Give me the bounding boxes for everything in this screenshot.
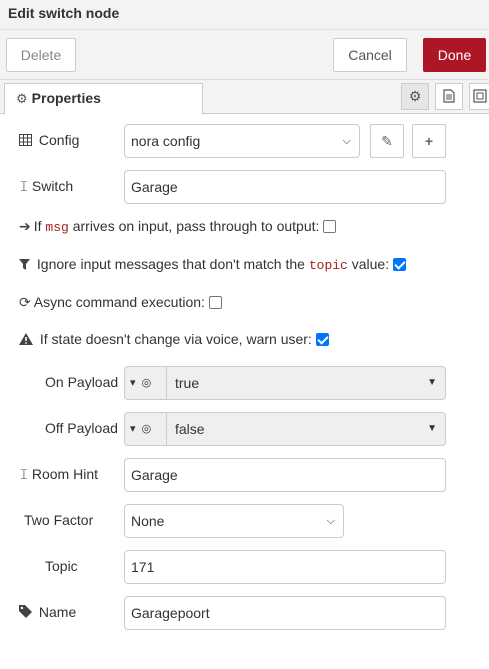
name-label: Name [19, 604, 76, 620]
add-config-button[interactable]: + [412, 124, 446, 158]
switch-label-text: Switch [31, 178, 74, 194]
refresh-icon: ⟳ [19, 294, 31, 310]
switch-label: 𝙸 Switch [19, 178, 73, 195]
tab-description[interactable] [435, 83, 463, 110]
config-select[interactable]: nora config ⌵ [124, 124, 360, 158]
passthru-pre: If [33, 218, 42, 234]
text-cursor-icon: 𝙸 [19, 466, 29, 482]
passthru-row: ➔ If msg arrives on input, pass through t… [19, 218, 337, 235]
off-payload-label: Off Payload [45, 420, 118, 436]
warn-row: If state doesn't change via voice, warn … [19, 331, 329, 347]
switch-input[interactable]: Garage [124, 170, 446, 204]
dialog-titlebar: Edit switch node [0, 0, 489, 30]
async-row: ⟳ Async command execution: [19, 294, 222, 311]
two-factor-value: None [131, 513, 165, 529]
off-payload-typedinput[interactable]: ▾ ◎ false ▼ [124, 412, 446, 446]
ignore-checkbox[interactable] [393, 258, 407, 271]
text-cursor-icon: 𝙸 [19, 178, 29, 194]
two-factor-select[interactable]: None ⌵ [124, 504, 344, 538]
tab-settings[interactable]: ⚙ [401, 83, 429, 110]
passthru-checkbox[interactable] [323, 220, 337, 233]
on-payload-typedinput[interactable]: ▾ ◎ true ▼ [124, 366, 446, 400]
async-checkbox[interactable] [208, 296, 222, 309]
ignore-row: Ignore input messages that don't match t… [19, 256, 407, 273]
dialog-toolbar: Delete Cancel Done [0, 30, 489, 80]
chevron-down-icon: ⌵ [326, 515, 335, 527]
config-label: Config [19, 132, 79, 148]
gear-icon: ⚙ [16, 91, 28, 106]
off-payload-value: false [175, 421, 205, 437]
topic-label: Topic [45, 558, 78, 574]
off-payload-type-selector[interactable]: ▾ ◎ [125, 413, 167, 445]
ignore-pre: Ignore input messages that don't match t… [36, 256, 305, 272]
description-icon [443, 89, 455, 103]
dialog-title: Edit switch node [8, 5, 120, 21]
table-icon [19, 132, 36, 148]
done-button[interactable]: Done [423, 38, 486, 72]
tag-icon [19, 604, 36, 620]
edit-config-button[interactable]: ✎ [370, 124, 404, 158]
warn-label: If state doesn't change via voice, warn … [39, 331, 312, 347]
config-select-value: nora config [131, 133, 201, 149]
config-label-text: Config [38, 132, 80, 148]
delete-button[interactable]: Delete [6, 38, 76, 72]
on-payload-value: true [175, 375, 200, 391]
room-hint-label-text: Room Hint [31, 466, 99, 482]
async-label: Async command execution: [33, 294, 205, 310]
tab-appearance[interactable] [469, 83, 489, 110]
tab-properties[interactable]: ⚙ Properties [4, 83, 203, 115]
room-hint-label: 𝙸 Room Hint [19, 466, 98, 483]
tab-bar: ⚙ Properties ⚙ [0, 80, 489, 115]
chevron-down-icon: ⌵ [342, 135, 351, 147]
warning-icon [19, 331, 37, 347]
gear-icon: ⚙ [408, 88, 422, 104]
room-hint-input[interactable]: Garage [124, 458, 446, 492]
ignore-code: topic [308, 258, 348, 273]
name-label-text: Name [38, 604, 77, 620]
passthru-code: msg [45, 220, 69, 235]
chevron-down-icon: ▼ [427, 423, 437, 434]
name-input[interactable]: Garagepoort [124, 596, 446, 630]
appearance-icon [473, 89, 487, 103]
topic-input[interactable]: 171 [124, 550, 446, 584]
on-payload-label: On Payload [45, 374, 119, 390]
cancel-button[interactable]: Cancel [333, 38, 407, 72]
passthru-post: arrives on input, pass through to output… [72, 218, 320, 234]
ignore-post: value: [351, 256, 390, 272]
two-factor-label: Two Factor [24, 512, 94, 528]
plus-icon: + [424, 133, 434, 149]
filter-icon [19, 256, 34, 272]
tab-properties-label: Properties [31, 90, 101, 106]
chevron-down-icon: ▼ [427, 377, 437, 388]
arrow-right-icon: ➔ [19, 218, 31, 234]
pencil-icon: ✎ [381, 133, 393, 149]
on-payload-type-selector[interactable]: ▾ ◎ [125, 367, 167, 399]
warn-checkbox[interactable] [315, 333, 329, 346]
